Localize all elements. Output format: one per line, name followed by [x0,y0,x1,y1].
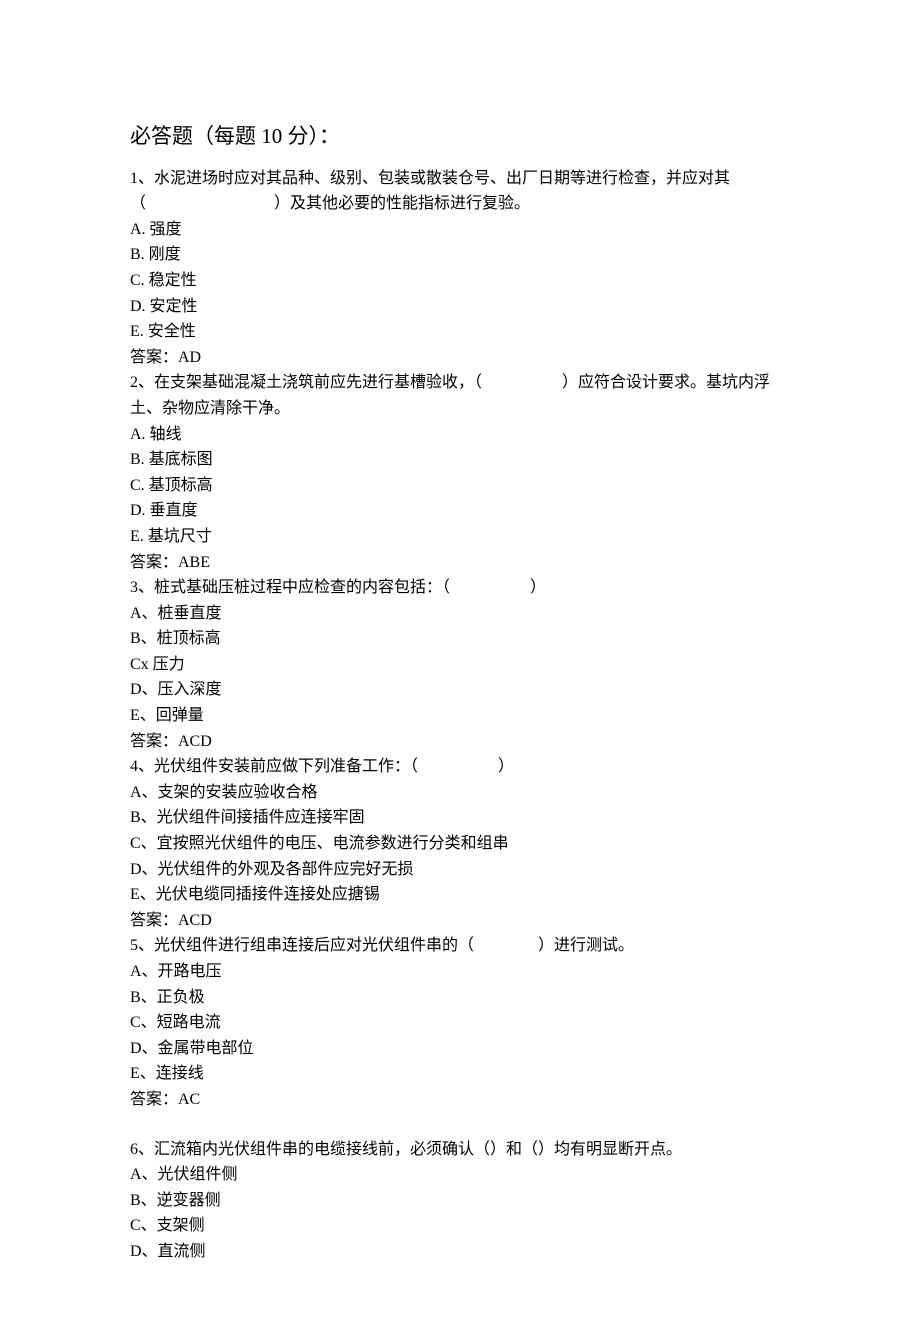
question-1: 1、水泥进场时应对其品种、级别、包装或散装仓号、出厂日期等进行检查，并应对其（ … [130,166,790,371]
question-3: 3、桩式基础压桩过程中应检查的内容包括：（ ） A、桩垂直度 B、桩顶标高 Cx… [130,575,790,754]
option-a: A. 强度 [130,217,790,243]
option-a: A、支架的安装应验收合格 [130,780,790,806]
option-e: E. 安全性 [130,319,790,345]
option-d: D、金属带电部位 [130,1036,790,1062]
option-a: A. 轴线 [130,422,790,448]
option-c: C、短路电流 [130,1010,790,1036]
question-stem: 6、汇流箱内光伏组件串的电缆接线前，必须确认（）和（）均有明显断开点。 [130,1137,790,1163]
question-4: 4、光伏组件安装前应做下列准备工作：（ ） A、支架的安装应验收合格 B、光伏组… [130,754,790,933]
option-a: A、开路电压 [130,959,790,985]
answer: 答案：ACD [130,908,790,934]
question-6: 6、汇流箱内光伏组件串的电缆接线前，必须确认（）和（）均有明显断开点。 A、光伏… [130,1137,790,1265]
option-c: C、支架侧 [130,1213,790,1239]
option-d: D. 安定性 [130,294,790,320]
option-a: A、桩垂直度 [130,601,790,627]
option-d: D、直流侧 [130,1239,790,1265]
question-stem: 1、水泥进场时应对其品种、级别、包装或散装仓号、出厂日期等进行检查，并应对其（ … [130,166,790,217]
option-c: C. 稳定性 [130,268,790,294]
option-b: B. 基底标图 [130,447,790,473]
option-d: D、压入深度 [130,677,790,703]
option-e: E、连接线 [130,1061,790,1087]
option-c: Cx 压力 [130,652,790,678]
question-stem: 2、在支架基础混凝土浇筑前应先进行基槽验收，（ ）应符合设计要求。基坑内浮土、杂… [130,370,790,421]
option-c: C、宜按照光伏组件的电压、电流参数进行分类和组串 [130,831,790,857]
option-d: D. 垂直度 [130,498,790,524]
question-stem: 5、光伏组件进行组串连接后应对光伏组件串的（ ）进行测试。 [130,933,790,959]
option-b: B、光伏组件间接插件应连接牢固 [130,805,790,831]
question-5: 5、光伏组件进行组串连接后应对光伏组件串的（ ）进行测试。 A、开路电压 B、正… [130,933,790,1112]
option-d: D、光伏组件的外观及各部件应完好无损 [130,857,790,883]
option-b: B. 刚度 [130,242,790,268]
option-b: B、桩顶标高 [130,626,790,652]
option-e: E. 基坑尺寸 [130,524,790,550]
answer: 答案：ABE [130,550,790,576]
option-e: E、回弹量 [130,703,790,729]
section-title: 必答题（每题 10 分）： [130,120,790,154]
option-b: B、逆变器侧 [130,1188,790,1214]
option-e: E、光伏电缆同插接件连接处应搪锡 [130,882,790,908]
answer: 答案：AD [130,345,790,371]
option-c: C. 基顶标高 [130,473,790,499]
question-stem: 3、桩式基础压桩过程中应检查的内容包括：（ ） [130,575,790,601]
question-stem: 4、光伏组件安装前应做下列准备工作：（ ） [130,754,790,780]
answer: 答案：AC [130,1087,790,1113]
question-2: 2、在支架基础混凝土浇筑前应先进行基槽验收，（ ）应符合设计要求。基坑内浮土、杂… [130,370,790,575]
answer: 答案：ACD [130,729,790,755]
option-b: B、正负极 [130,985,790,1011]
option-a: A、光伏组件侧 [130,1162,790,1188]
